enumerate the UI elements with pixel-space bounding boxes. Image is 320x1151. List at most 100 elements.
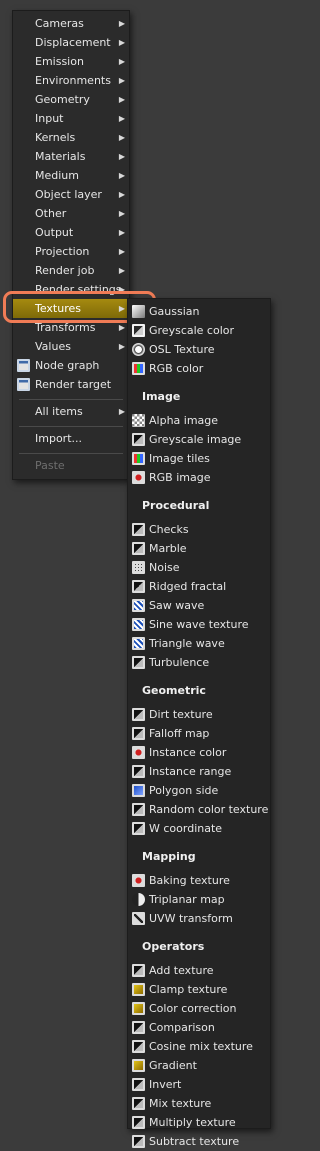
menu-item-cameras[interactable]: Cameras ▶ <box>13 14 129 33</box>
color-correction-icon <box>132 1002 145 1015</box>
cosine-mix-icon <box>132 1040 145 1053</box>
menu-item-label: Environments <box>35 74 111 87</box>
chevron-right-icon: ▶ <box>118 228 125 237</box>
submenu-item-marble[interactable]: Marble <box>128 539 270 558</box>
submenu-item-greyscale-image[interactable]: Greyscale image <box>128 430 270 449</box>
submenu-item-dirt-texture[interactable]: Dirt texture <box>128 705 270 724</box>
submenu-item-label: Saw wave <box>149 599 205 612</box>
submenu-item-label: Instance color <box>149 746 227 759</box>
menu-item-label: All items <box>35 405 83 418</box>
chevron-right-icon: ▶ <box>118 57 125 66</box>
submenu-item-turbulence[interactable]: Turbulence <box>128 653 270 672</box>
submenu-item-comparison[interactable]: Comparison <box>128 1018 270 1037</box>
submenu-item-label: Ridged fractal <box>149 580 227 593</box>
submenu-item-label: Subtract texture <box>149 1135 240 1148</box>
submenu-item-polygon-side[interactable]: Polygon side <box>128 781 270 800</box>
submenu-item-add-texture[interactable]: Add texture <box>128 961 270 980</box>
submenu-item-mix-texture[interactable]: Mix texture <box>128 1094 270 1113</box>
menu-item-materials[interactable]: Materials ▶ <box>13 147 129 166</box>
comparison-icon <box>132 1021 145 1034</box>
menu-item-label: Materials <box>35 150 86 163</box>
submenu-item-clamp-texture[interactable]: Clamp texture <box>128 980 270 999</box>
section-header-procedural: Procedural <box>142 499 210 512</box>
submenu-item-w-coordinate[interactable]: W coordinate <box>128 819 270 838</box>
submenu-item-label: Color correction <box>149 1002 237 1015</box>
submenu-item-sine-wave-texture[interactable]: Sine wave texture <box>128 615 270 634</box>
ridged-fractal-icon <box>132 580 145 593</box>
submenu-item-cosine-mix-texture[interactable]: Cosine mix texture <box>128 1037 270 1056</box>
menu-item-projection[interactable]: Projection ▶ <box>13 242 129 261</box>
submenu-item-saw-wave[interactable]: Saw wave <box>128 596 270 615</box>
submenu-item-noise[interactable]: Noise <box>128 558 270 577</box>
menu-item-label: Values <box>35 340 71 353</box>
menu-item-values[interactable]: Values ▶ <box>13 337 129 356</box>
submenu-item-label: Invert <box>149 1078 182 1091</box>
submenu-item-rgb-color[interactable]: RGB color <box>128 359 270 378</box>
menu-item-displacement[interactable]: Displacement ▶ <box>13 33 129 52</box>
submenu-item-label: RGB color <box>149 362 204 375</box>
menu-item-label: Kernels <box>35 131 76 144</box>
marble-icon <box>132 542 145 555</box>
menu-item-label: Render target <box>35 378 112 391</box>
chevron-right-icon: ▶ <box>118 266 125 275</box>
chevron-right-icon: ▶ <box>118 342 125 351</box>
chevron-right-icon: ▶ <box>118 247 125 256</box>
menu-item-geometry[interactable]: Geometry ▶ <box>13 90 129 109</box>
chevron-right-icon: ▶ <box>118 152 125 161</box>
submenu-item-random-color-texture[interactable]: Random color texture <box>128 800 270 819</box>
menu-item-output[interactable]: Output ▶ <box>13 223 129 242</box>
submenu-item-baking-texture[interactable]: Baking texture <box>128 871 270 890</box>
submenu-item-ridged-fractal[interactable]: Ridged fractal <box>128 577 270 596</box>
menu-item-kernels[interactable]: Kernels ▶ <box>13 128 129 147</box>
saw-wave-icon <box>132 599 145 612</box>
menu-item-object-layer[interactable]: Object layer ▶ <box>13 185 129 204</box>
submenu-item-instance-range[interactable]: Instance range <box>128 762 270 781</box>
submenu-item-greyscale-color[interactable]: Greyscale color <box>128 321 270 340</box>
chevron-right-icon: ▶ <box>118 76 125 85</box>
chevron-right-icon: ▶ <box>118 171 125 180</box>
submenu-item-triplanar-map[interactable]: Triplanar map <box>128 890 270 909</box>
submenu-item-gradient[interactable]: Gradient <box>128 1056 270 1075</box>
menu-item-input[interactable]: Input ▶ <box>13 109 129 128</box>
context-menu: Cameras ▶ Displacement ▶ Emission ▶ Environ… <box>12 10 130 480</box>
submenu-item-label: Noise <box>149 561 180 574</box>
dirt-texture-icon <box>132 708 145 721</box>
submenu-item-label: Baking texture <box>149 874 230 887</box>
submenu-item-alpha-image[interactable]: Alpha image <box>128 411 270 430</box>
submenu-item-color-correction[interactable]: Color correction <box>128 999 270 1018</box>
submenu-item-label: Sine wave texture <box>149 618 249 631</box>
menu-item-medium[interactable]: Medium ▶ <box>13 166 129 185</box>
menu-item-other[interactable]: Other ▶ <box>13 204 129 223</box>
sine-wave-icon <box>132 618 145 631</box>
submenu-item-falloff-map[interactable]: Falloff map <box>128 724 270 743</box>
menu-item-environments[interactable]: Environments ▶ <box>13 71 129 90</box>
chevron-right-icon: ▶ <box>118 209 125 218</box>
menu-item-label: Output <box>35 226 74 239</box>
submenu-item-label: Mix texture <box>149 1097 212 1110</box>
submenu-item-invert[interactable]: Invert <box>128 1075 270 1094</box>
submenu-item-gaussian[interactable]: Gaussian <box>128 302 270 321</box>
submenu-item-label: Dirt texture <box>149 708 213 721</box>
menu-item-label: Object layer <box>35 188 102 201</box>
menu-item-node-graph[interactable]: Node graph <box>13 356 129 375</box>
menu-item-label: Geometry <box>35 93 90 106</box>
gradient-icon <box>132 1059 145 1072</box>
submenu-item-label: Multiply texture <box>149 1116 236 1129</box>
menu-item-all-items[interactable]: All items ▶ <box>13 402 129 421</box>
submenu-item-rgb-image[interactable]: RGB image <box>128 468 270 487</box>
submenu-item-osl-texture[interactable]: OSL Texture <box>128 340 270 359</box>
submenu-item-instance-color[interactable]: Instance color <box>128 743 270 762</box>
submenu-item-checks[interactable]: Checks <box>128 520 270 539</box>
menu-item-render-target[interactable]: Render target <box>13 375 129 394</box>
menu-item-render-job[interactable]: Render job ▶ <box>13 261 129 280</box>
chevron-right-icon: ▶ <box>118 114 125 123</box>
submenu-item-multiply-texture[interactable]: Multiply texture <box>128 1113 270 1132</box>
submenu-item-triangle-wave[interactable]: Triangle wave <box>128 634 270 653</box>
submenu-item-label: Random color texture <box>149 803 269 816</box>
submenu-item-uvw-transform[interactable]: UVW transform <box>128 909 270 928</box>
submenu-item-label: Polygon side <box>149 784 219 797</box>
menu-item-emission[interactable]: Emission ▶ <box>13 52 129 71</box>
menu-item-import[interactable]: Import... <box>13 429 129 448</box>
alpha-image-icon <box>132 414 145 427</box>
submenu-item-image-tiles[interactable]: Image tiles <box>128 449 270 468</box>
